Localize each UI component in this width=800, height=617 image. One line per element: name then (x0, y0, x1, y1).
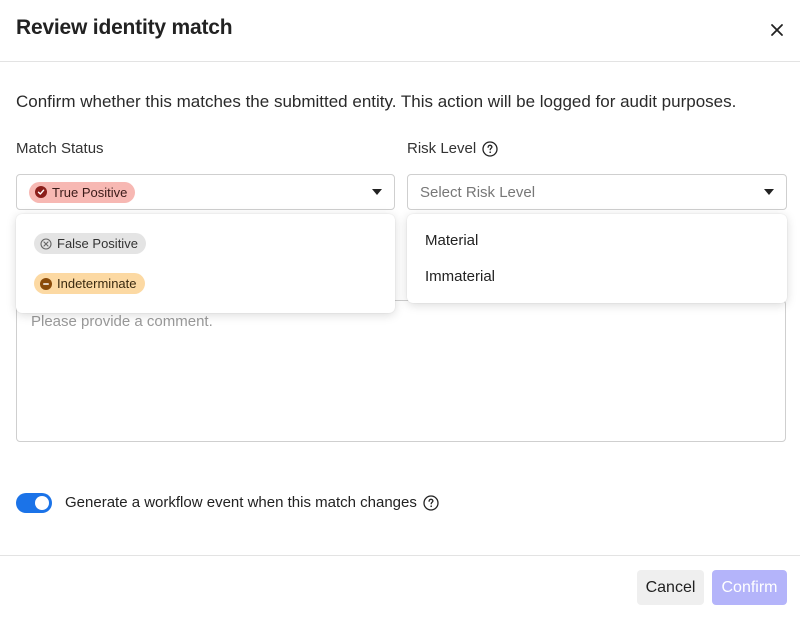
risk-level-placeholder: Select Risk Level (420, 183, 536, 201)
true-positive-label: True Positive (52, 184, 128, 200)
cancel-button[interactable]: Cancel (637, 570, 704, 605)
risk-level-dropdown: Material Immaterial (407, 214, 787, 303)
question-circle-icon[interactable] (482, 140, 498, 157)
option-indeterminate[interactable]: Indeterminate (34, 273, 145, 294)
risk-level-label: Risk Level (407, 140, 498, 157)
risk-level-label-text: Risk Level (407, 140, 477, 157)
option-false-positive[interactable]: False Positive (34, 233, 146, 255)
dialog-header: Review identity match (0, 0, 800, 62)
close-button[interactable] (766, 19, 788, 41)
match-status-select[interactable]: True Positive (16, 174, 395, 210)
dialog-description: Confirm whether this matches the submitt… (16, 92, 737, 111)
check-circle-icon (35, 186, 47, 198)
workflow-event-label-text: Generate a workflow event when this matc… (65, 494, 417, 511)
workflow-event-toggle[interactable] (16, 493, 52, 513)
confirm-button[interactable]: Confirm (712, 570, 787, 605)
chevron-down-icon (764, 189, 774, 195)
question-circle-icon[interactable] (423, 494, 439, 511)
x-circle-icon (40, 237, 52, 250)
match-status-label-text: Match Status (16, 140, 104, 157)
false-positive-label: False Positive (57, 236, 138, 251)
option-immaterial[interactable]: Immaterial (425, 268, 495, 285)
false-positive-pill: False Positive (34, 233, 146, 254)
match-status-dropdown: False Positive Indeterminate (16, 214, 395, 313)
chevron-down-icon (372, 189, 382, 195)
indeterminate-label: Indeterminate (57, 276, 137, 291)
toggle-knob (35, 496, 49, 510)
risk-level-select[interactable]: Select Risk Level (407, 174, 787, 210)
comment-textarea[interactable] (16, 300, 786, 442)
workflow-event-label: Generate a workflow event when this matc… (65, 494, 439, 511)
close-icon (771, 24, 783, 36)
match-status-label: Match Status (16, 140, 104, 157)
option-material[interactable]: Material (425, 232, 478, 249)
true-positive-pill: True Positive (29, 181, 136, 203)
indeterminate-pill: Indeterminate (34, 273, 145, 294)
dialog-title: Review identity match (16, 16, 233, 39)
minus-circle-icon (40, 277, 52, 290)
